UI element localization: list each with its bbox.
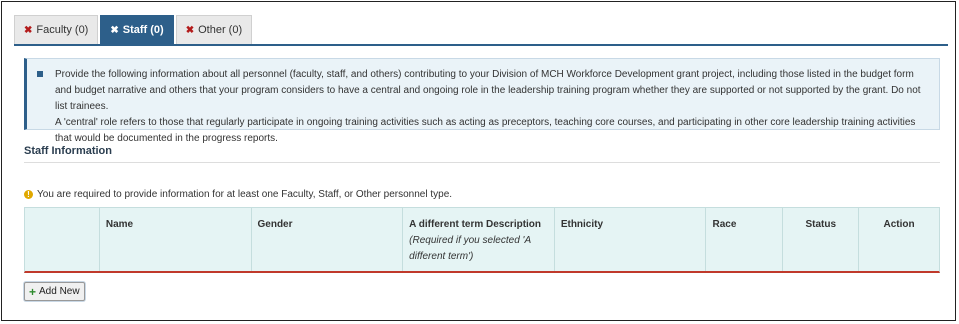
tab-other-label: Other (0) [198,24,243,36]
header-term-note: (Required if you selected 'A different t… [409,235,531,262]
close-icon: ✖ [110,24,119,36]
section-divider [24,162,940,163]
header-gender: Gender [252,208,404,271]
tab-other[interactable]: ✖ Other (0) [175,15,253,44]
tab-faculty[interactable]: ✖ Faculty (0) [14,15,99,44]
header-name: Name [100,208,252,271]
personnel-tabs: ✖ Faculty (0) ✖ Staff (0) ✖ Other (0) [14,15,254,44]
add-new-label: Add New [39,286,80,297]
warning-text: You are required to provide information … [37,189,453,200]
plus-icon: + [29,284,37,299]
staff-table-header: Name Gender A different term Description… [24,207,940,273]
tab-underline [14,44,948,46]
notice-text-2: A 'central' role refers to those that re… [55,117,916,144]
info-notice: Provide the following information about … [24,58,940,144]
header-ethnicity: Ethnicity [555,208,707,271]
required-warning: ! You are required to provide informatio… [24,189,452,200]
header-term-description-label: A different term Description [409,219,542,230]
header-action: Action [883,219,915,230]
close-icon: ✖ [185,24,195,36]
close-icon: ✖ [24,24,33,36]
warning-icon: ! [24,190,33,199]
section-title: Staff Information [24,145,112,157]
header-status: Status [783,208,860,271]
header-blank [25,208,100,271]
notice-text-1: Provide the following information about … [55,69,921,112]
page-frame [1,1,956,321]
bullet-icon [37,71,43,77]
header-race: Race [706,208,784,271]
tab-staff-label: Staff (0) [122,24,164,36]
header-term-description: A different term Description (Required i… [403,208,555,271]
add-new-button[interactable]: + Add New [24,282,85,301]
tab-staff[interactable]: ✖ Staff (0) [100,15,174,44]
tab-faculty-label: Faculty (0) [36,24,89,36]
